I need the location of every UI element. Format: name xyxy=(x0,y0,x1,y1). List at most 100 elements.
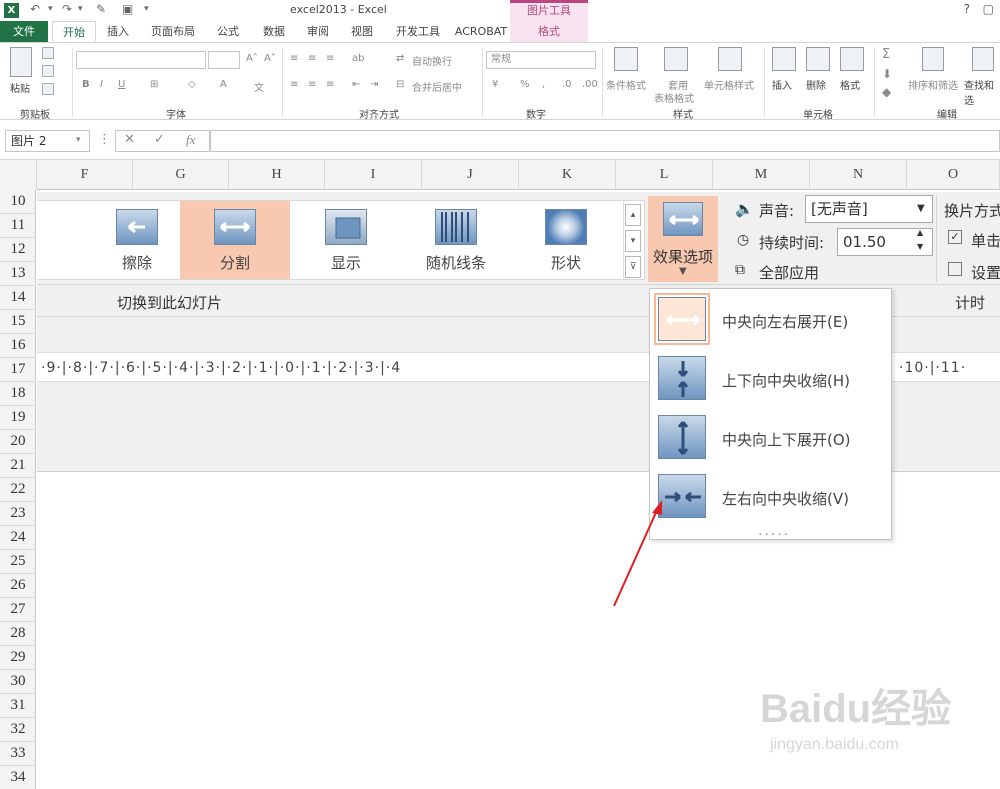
row-header[interactable]: 25 xyxy=(0,550,36,574)
increase-decimal-icon[interactable]: .0 xyxy=(562,79,572,90)
row-header[interactable]: 10 xyxy=(0,190,36,214)
column-header[interactable]: I xyxy=(325,160,422,190)
column-header[interactable]: J xyxy=(422,160,519,190)
row-header[interactable]: 30 xyxy=(0,670,36,694)
row-header[interactable]: 18 xyxy=(0,382,36,406)
ribbon-display-options-icon[interactable]: ▢ xyxy=(983,2,994,16)
row-header[interactable]: 34 xyxy=(0,766,36,789)
more-options-icon[interactable]: ⋮ xyxy=(98,132,111,147)
cut-icon[interactable] xyxy=(42,47,54,59)
help-button[interactable]: ? xyxy=(964,2,970,16)
undo-dropdown-icon[interactable]: ▾ xyxy=(48,4,53,14)
row-header[interactable]: 20 xyxy=(0,430,36,454)
format-cells-label[interactable]: 格式 xyxy=(840,77,860,92)
transition-split[interactable]: 分割 xyxy=(180,201,290,279)
column-header[interactable]: G xyxy=(133,160,229,190)
row-header[interactable]: 12 xyxy=(0,238,36,262)
cell-styles-icon[interactable] xyxy=(718,47,742,71)
align-middle-icon[interactable]: ≡ xyxy=(308,53,316,64)
column-header[interactable]: N xyxy=(810,160,907,190)
effect-options-button[interactable]: 效果选项 ▼ xyxy=(648,196,718,282)
conditional-format-icon[interactable] xyxy=(614,47,638,71)
delete-cells-label[interactable]: 删除 xyxy=(806,77,826,92)
decrease-decimal-icon[interactable]: .00 xyxy=(582,79,598,90)
underline-icon[interactable]: U xyxy=(118,79,125,90)
transition-random-bars[interactable]: 随机线条 xyxy=(401,201,511,279)
insert-function-icon[interactable]: fx xyxy=(186,132,195,148)
row-header[interactable]: 33 xyxy=(0,742,36,766)
format-as-table-icon[interactable] xyxy=(664,47,688,71)
menu-item-vertical-in[interactable]: 左右向中央收缩(V) xyxy=(650,468,891,526)
menu-item-horizontal-out[interactable]: 中央向左右展开(E) xyxy=(650,291,891,349)
find-select-icon[interactable] xyxy=(972,47,994,71)
borders-icon[interactable]: ⊞ xyxy=(150,79,158,90)
cell-styles-label[interactable]: 单元格样式 xyxy=(704,77,754,92)
row-header[interactable]: 23 xyxy=(0,502,36,526)
font-name-box[interactable] xyxy=(76,51,206,69)
apply-all-button[interactable]: 全部应用 xyxy=(759,262,819,283)
decrease-font-icon[interactable]: A˅ xyxy=(264,53,276,64)
tab-formulas[interactable]: 公式 xyxy=(208,21,248,42)
accounting-format-icon[interactable]: ¥ xyxy=(492,79,498,90)
transition-reveal[interactable]: 显示 xyxy=(291,201,401,279)
font-size-box[interactable] xyxy=(208,51,240,69)
row-header[interactable]: 14 xyxy=(0,286,36,310)
insert-cells-icon[interactable] xyxy=(772,47,796,71)
phonetic-icon[interactable]: 文 xyxy=(254,79,264,94)
align-right-icon[interactable]: ≡ xyxy=(326,79,334,90)
align-left-icon[interactable]: ≡ xyxy=(290,79,298,90)
brush-icon[interactable]: ✎ xyxy=(96,2,106,16)
column-header[interactable]: M xyxy=(713,160,810,190)
insert-cells-label[interactable]: 插入 xyxy=(772,77,792,92)
row-header[interactable]: 21 xyxy=(0,454,36,478)
percent-style-icon[interactable]: % xyxy=(520,79,530,90)
menu-item-vertical-out[interactable]: 中央向上下展开(O) xyxy=(650,409,891,467)
tab-file[interactable]: 文件 xyxy=(0,21,48,42)
row-header[interactable]: 13 xyxy=(0,262,36,286)
comma-style-icon[interactable]: , xyxy=(542,79,545,90)
conditional-format-label[interactable]: 条件格式 xyxy=(606,77,646,92)
increase-indent-icon[interactable]: ⇥ xyxy=(370,79,378,90)
transition-wipe[interactable]: 擦除 xyxy=(82,201,192,279)
align-top-icon[interactable]: ≡ xyxy=(290,53,298,64)
format-as-table-label-2[interactable]: 表格格式 xyxy=(654,90,694,105)
row-header[interactable]: 31 xyxy=(0,694,36,718)
fill-icon[interactable]: ⬇ xyxy=(882,67,892,81)
copy-icon[interactable] xyxy=(42,65,54,77)
row-header[interactable]: 11 xyxy=(0,214,36,238)
after-checkbox[interactable] xyxy=(948,262,962,276)
tab-picture-format[interactable]: 格式 xyxy=(510,21,588,42)
tab-data[interactable]: 数据 xyxy=(254,21,294,42)
tab-insert[interactable]: 插入 xyxy=(100,21,136,42)
sort-filter-icon[interactable] xyxy=(922,47,944,71)
align-center-icon[interactable]: ≡ xyxy=(308,79,316,90)
paste-icon[interactable] xyxy=(10,47,32,77)
gallery-scroll-up-icon[interactable]: ▴ xyxy=(625,204,641,226)
row-header[interactable]: 15 xyxy=(0,310,36,334)
name-box-dropdown-icon[interactable]: ▾ xyxy=(76,135,81,145)
row-header[interactable]: 26 xyxy=(0,574,36,598)
bold-icon[interactable]: B xyxy=(82,79,90,90)
menu-item-horizontal-in[interactable]: 上下向中央收缩(H) xyxy=(650,350,891,408)
column-header[interactable]: L xyxy=(616,160,713,190)
row-header[interactable]: 28 xyxy=(0,622,36,646)
wrap-text-icon[interactable]: ⇄ xyxy=(396,53,404,64)
fill-color-icon[interactable]: ◇ xyxy=(188,79,196,90)
row-header[interactable]: 16 xyxy=(0,334,36,358)
spin-down-icon[interactable]: ▼ xyxy=(917,242,923,251)
spin-up-icon[interactable]: ▲ xyxy=(917,228,923,237)
merge-center-label[interactable]: 合并后居中 xyxy=(412,79,462,94)
gallery-scroll-down-icon[interactable]: ▾ xyxy=(625,230,641,252)
column-header[interactable]: K xyxy=(519,160,616,190)
column-header[interactable]: F xyxy=(37,160,133,190)
column-header[interactable]: H xyxy=(229,160,325,190)
on-click-checkbox[interactable]: ✓ xyxy=(948,230,962,244)
format-painter-icon[interactable] xyxy=(42,83,54,95)
formula-input[interactable] xyxy=(210,130,1000,152)
redo-icon[interactable]: ↷ xyxy=(62,2,72,16)
select-all-corner[interactable] xyxy=(0,160,37,190)
customize-qat-icon[interactable]: ▾ xyxy=(144,4,149,14)
wrap-text-label[interactable]: 自动换行 xyxy=(412,53,452,68)
undo-icon[interactable]: ↶ xyxy=(30,2,40,16)
menu-more-indicator[interactable]: ..... xyxy=(758,523,790,539)
